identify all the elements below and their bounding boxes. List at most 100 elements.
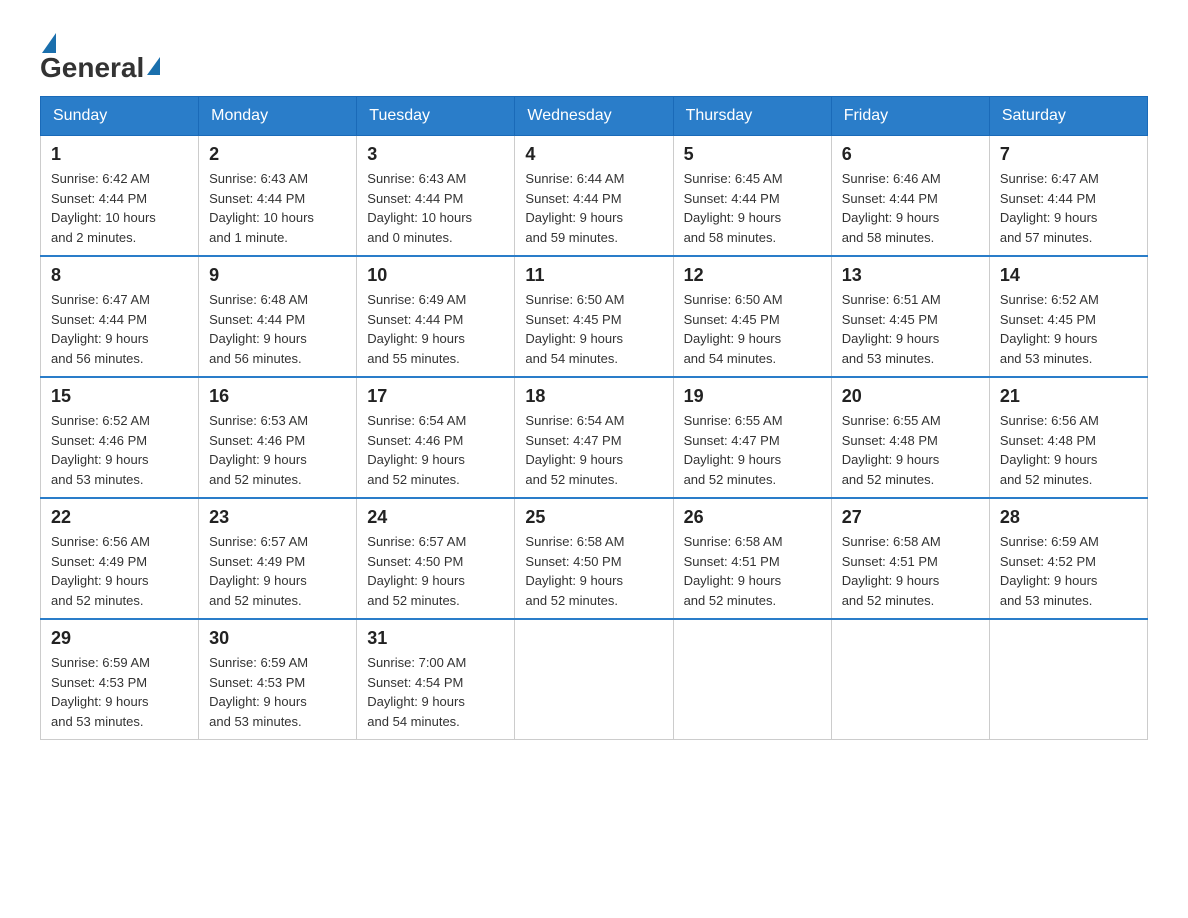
day-info: Sunrise: 6:56 AM Sunset: 4:48 PM Dayligh… (1000, 411, 1137, 489)
day-number: 12 (684, 265, 821, 286)
day-info: Sunrise: 6:53 AM Sunset: 4:46 PM Dayligh… (209, 411, 346, 489)
calendar-cell-12: 12 Sunrise: 6:50 AM Sunset: 4:45 PM Dayl… (673, 256, 831, 377)
day-number: 30 (209, 628, 346, 649)
day-info: Sunrise: 6:58 AM Sunset: 4:50 PM Dayligh… (525, 532, 662, 610)
header-monday: Monday (199, 97, 357, 136)
calendar-cell-2: 2 Sunrise: 6:43 AM Sunset: 4:44 PM Dayli… (199, 136, 357, 257)
calendar-cell-10: 10 Sunrise: 6:49 AM Sunset: 4:44 PM Dayl… (357, 256, 515, 377)
calendar-cell-1: 1 Sunrise: 6:42 AM Sunset: 4:44 PM Dayli… (41, 136, 199, 257)
day-info: Sunrise: 6:48 AM Sunset: 4:44 PM Dayligh… (209, 290, 346, 368)
calendar-cell-11: 11 Sunrise: 6:50 AM Sunset: 4:45 PM Dayl… (515, 256, 673, 377)
day-info: Sunrise: 6:59 AM Sunset: 4:52 PM Dayligh… (1000, 532, 1137, 610)
day-info: Sunrise: 6:42 AM Sunset: 4:44 PM Dayligh… (51, 169, 188, 247)
calendar-cell-7: 7 Sunrise: 6:47 AM Sunset: 4:44 PM Dayli… (989, 136, 1147, 257)
calendar-cell-24: 24 Sunrise: 6:57 AM Sunset: 4:50 PM Dayl… (357, 498, 515, 619)
logo-general2: General (40, 52, 144, 84)
calendar-cell-23: 23 Sunrise: 6:57 AM Sunset: 4:49 PM Dayl… (199, 498, 357, 619)
calendar-cell-3: 3 Sunrise: 6:43 AM Sunset: 4:44 PM Dayli… (357, 136, 515, 257)
day-number: 15 (51, 386, 188, 407)
day-number: 20 (842, 386, 979, 407)
day-number: 11 (525, 265, 662, 286)
day-info: Sunrise: 6:55 AM Sunset: 4:48 PM Dayligh… (842, 411, 979, 489)
day-info: Sunrise: 6:52 AM Sunset: 4:46 PM Dayligh… (51, 411, 188, 489)
day-info: Sunrise: 6:58 AM Sunset: 4:51 PM Dayligh… (842, 532, 979, 610)
calendar-cell-empty (673, 619, 831, 740)
calendar-cell-empty (989, 619, 1147, 740)
calendar-cell-4: 4 Sunrise: 6:44 AM Sunset: 4:44 PM Dayli… (515, 136, 673, 257)
logo: General (40, 30, 161, 76)
calendar-cell-13: 13 Sunrise: 6:51 AM Sunset: 4:45 PM Dayl… (831, 256, 989, 377)
day-number: 9 (209, 265, 346, 286)
day-number: 16 (209, 386, 346, 407)
day-info: Sunrise: 6:50 AM Sunset: 4:45 PM Dayligh… (525, 290, 662, 368)
calendar-cell-15: 15 Sunrise: 6:52 AM Sunset: 4:46 PM Dayl… (41, 377, 199, 498)
day-info: Sunrise: 6:57 AM Sunset: 4:50 PM Dayligh… (367, 532, 504, 610)
day-number: 23 (209, 507, 346, 528)
day-info: Sunrise: 7:00 AM Sunset: 4:54 PM Dayligh… (367, 653, 504, 731)
day-number: 17 (367, 386, 504, 407)
calendar-cell-empty (515, 619, 673, 740)
day-number: 24 (367, 507, 504, 528)
day-info: Sunrise: 6:46 AM Sunset: 4:44 PM Dayligh… (842, 169, 979, 247)
calendar-cell-9: 9 Sunrise: 6:48 AM Sunset: 4:44 PM Dayli… (199, 256, 357, 377)
day-info: Sunrise: 6:52 AM Sunset: 4:45 PM Dayligh… (1000, 290, 1137, 368)
calendar-cell-27: 27 Sunrise: 6:58 AM Sunset: 4:51 PM Dayl… (831, 498, 989, 619)
day-info: Sunrise: 6:43 AM Sunset: 4:44 PM Dayligh… (209, 169, 346, 247)
calendar-cell-20: 20 Sunrise: 6:55 AM Sunset: 4:48 PM Dayl… (831, 377, 989, 498)
day-info: Sunrise: 6:59 AM Sunset: 4:53 PM Dayligh… (51, 653, 188, 731)
header-sunday: Sunday (41, 97, 199, 136)
day-info: Sunrise: 6:47 AM Sunset: 4:44 PM Dayligh… (1000, 169, 1137, 247)
header-thursday: Thursday (673, 97, 831, 136)
calendar-cell-25: 25 Sunrise: 6:58 AM Sunset: 4:50 PM Dayl… (515, 498, 673, 619)
logo-triangle-icon (42, 33, 56, 53)
day-number: 22 (51, 507, 188, 528)
calendar-cell-8: 8 Sunrise: 6:47 AM Sunset: 4:44 PM Dayli… (41, 256, 199, 377)
day-info: Sunrise: 6:56 AM Sunset: 4:49 PM Dayligh… (51, 532, 188, 610)
header-wednesday: Wednesday (515, 97, 673, 136)
calendar-cell-6: 6 Sunrise: 6:46 AM Sunset: 4:44 PM Dayli… (831, 136, 989, 257)
day-number: 1 (51, 144, 188, 165)
day-info: Sunrise: 6:49 AM Sunset: 4:44 PM Dayligh… (367, 290, 504, 368)
calendar-cell-29: 29 Sunrise: 6:59 AM Sunset: 4:53 PM Dayl… (41, 619, 199, 740)
calendar-cell-21: 21 Sunrise: 6:56 AM Sunset: 4:48 PM Dayl… (989, 377, 1147, 498)
day-info: Sunrise: 6:45 AM Sunset: 4:44 PM Dayligh… (684, 169, 821, 247)
calendar-cell-19: 19 Sunrise: 6:55 AM Sunset: 4:47 PM Dayl… (673, 377, 831, 498)
day-info: Sunrise: 6:43 AM Sunset: 4:44 PM Dayligh… (367, 169, 504, 247)
day-number: 5 (684, 144, 821, 165)
header-friday: Friday (831, 97, 989, 136)
page-header: General (40, 30, 1148, 76)
day-info: Sunrise: 6:47 AM Sunset: 4:44 PM Dayligh… (51, 290, 188, 368)
day-info: Sunrise: 6:55 AM Sunset: 4:47 PM Dayligh… (684, 411, 821, 489)
day-number: 4 (525, 144, 662, 165)
calendar-table: SundayMondayTuesdayWednesdayThursdayFrid… (40, 96, 1148, 740)
day-number: 25 (525, 507, 662, 528)
day-number: 10 (367, 265, 504, 286)
day-number: 3 (367, 144, 504, 165)
calendar-cell-empty (831, 619, 989, 740)
calendar-header-row: SundayMondayTuesdayWednesdayThursdayFrid… (41, 97, 1148, 136)
day-number: 18 (525, 386, 662, 407)
day-number: 2 (209, 144, 346, 165)
calendar-cell-26: 26 Sunrise: 6:58 AM Sunset: 4:51 PM Dayl… (673, 498, 831, 619)
day-number: 14 (1000, 265, 1137, 286)
day-number: 8 (51, 265, 188, 286)
day-info: Sunrise: 6:54 AM Sunset: 4:47 PM Dayligh… (525, 411, 662, 489)
day-number: 19 (684, 386, 821, 407)
calendar-cell-16: 16 Sunrise: 6:53 AM Sunset: 4:46 PM Dayl… (199, 377, 357, 498)
calendar-cell-28: 28 Sunrise: 6:59 AM Sunset: 4:52 PM Dayl… (989, 498, 1147, 619)
logo-arrow-icon (147, 57, 160, 75)
day-number: 28 (1000, 507, 1137, 528)
header-tuesday: Tuesday (357, 97, 515, 136)
day-info: Sunrise: 6:44 AM Sunset: 4:44 PM Dayligh… (525, 169, 662, 247)
calendar-cell-5: 5 Sunrise: 6:45 AM Sunset: 4:44 PM Dayli… (673, 136, 831, 257)
day-info: Sunrise: 6:57 AM Sunset: 4:49 PM Dayligh… (209, 532, 346, 610)
calendar-cell-22: 22 Sunrise: 6:56 AM Sunset: 4:49 PM Dayl… (41, 498, 199, 619)
day-number: 31 (367, 628, 504, 649)
calendar-cell-14: 14 Sunrise: 6:52 AM Sunset: 4:45 PM Dayl… (989, 256, 1147, 377)
day-number: 7 (1000, 144, 1137, 165)
day-number: 13 (842, 265, 979, 286)
day-info: Sunrise: 6:58 AM Sunset: 4:51 PM Dayligh… (684, 532, 821, 610)
calendar-cell-30: 30 Sunrise: 6:59 AM Sunset: 4:53 PM Dayl… (199, 619, 357, 740)
day-number: 6 (842, 144, 979, 165)
day-number: 26 (684, 507, 821, 528)
